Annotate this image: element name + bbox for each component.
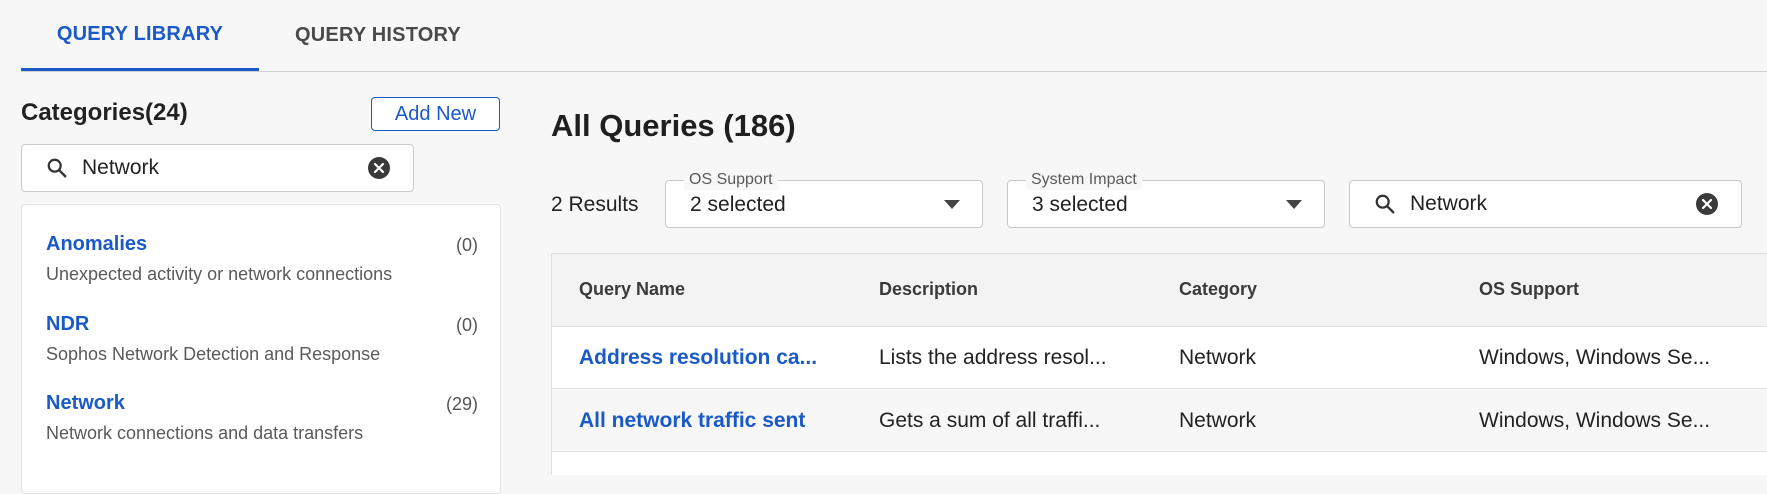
os-support-label: OS Support	[684, 170, 778, 190]
category-item-ndr[interactable]: NDR (0) Sophos Network Detection and Res…	[46, 313, 478, 365]
category-list: Anomalies (0) Unexpected activity or net…	[21, 204, 501, 494]
category-count: (0)	[456, 235, 478, 255]
category-name: NDR	[46, 313, 90, 335]
clear-icon[interactable]	[367, 156, 391, 180]
query-search-input[interactable]	[1410, 192, 1695, 216]
table-row[interactable]: All network traffic sent Gets a sum of a…	[552, 389, 1767, 452]
category-item-network[interactable]: Network (29) Network connections and dat…	[46, 392, 478, 444]
tab-query-library[interactable]: QUERY LIBRARY	[21, 0, 259, 71]
queries-table: Query Name Description Category OS Suppo…	[551, 253, 1767, 475]
category-description: Network connections and data transfers	[46, 423, 364, 443]
search-icon	[47, 158, 67, 178]
query-os-support: Windows, Windows Se...	[1479, 346, 1711, 369]
add-new-button[interactable]: Add New	[371, 97, 500, 131]
column-header[interactable]: Query Name	[579, 279, 685, 300]
category-name: Anomalies	[46, 233, 148, 255]
column-header[interactable]: Category	[1179, 279, 1257, 300]
system-impact-select[interactable]: System Impact 3 selected	[1007, 170, 1325, 228]
category-description: Unexpected activity or network connectio…	[46, 264, 393, 284]
system-impact-value: 3 selected	[1032, 193, 1128, 216]
query-name-link[interactable]: All network traffic sent	[579, 409, 805, 433]
query-os-support: Windows, Windows Se...	[1479, 409, 1711, 432]
search-icon	[1375, 194, 1395, 214]
category-name: Network	[46, 392, 125, 414]
page-title: All Queries (186)	[551, 108, 796, 143]
os-support-select[interactable]: OS Support 2 selected	[665, 170, 983, 228]
table-header: Query Name Description Category OS Suppo…	[552, 254, 1767, 327]
chevron-down-icon	[1286, 200, 1302, 209]
category-description: Sophos Network Detection and Response	[46, 344, 381, 364]
chevron-down-icon	[944, 200, 960, 209]
column-header[interactable]: OS Support	[1479, 279, 1579, 300]
query-name-link[interactable]: Address resolution ca...	[579, 346, 817, 370]
query-description: Lists the address resol...	[879, 346, 1107, 369]
category-search-box	[21, 144, 414, 192]
query-search-box	[1349, 180, 1742, 228]
column-header[interactable]: Description	[879, 279, 978, 300]
category-count: (0)	[456, 315, 478, 335]
query-category: Network	[1179, 409, 1257, 432]
table-row[interactable]: Address resolution ca... Lists the addre…	[552, 326, 1767, 389]
tab-bar: QUERY LIBRARY QUERY HISTORY	[21, 0, 1767, 72]
query-category: Network	[1179, 346, 1257, 369]
category-item-anomalies[interactable]: Anomalies (0) Unexpected activity or net…	[46, 233, 478, 285]
os-support-value: 2 selected	[690, 193, 786, 216]
tab-query-history[interactable]: QUERY HISTORY	[259, 0, 497, 70]
system-impact-label: System Impact	[1026, 170, 1142, 190]
category-search-input[interactable]	[82, 156, 367, 180]
results-count: 2 Results	[551, 193, 639, 216]
category-count: (29)	[445, 394, 478, 414]
clear-icon[interactable]	[1695, 192, 1719, 216]
query-description: Gets a sum of all traffi...	[879, 409, 1101, 432]
categories-title: Categories(24)	[21, 99, 188, 126]
